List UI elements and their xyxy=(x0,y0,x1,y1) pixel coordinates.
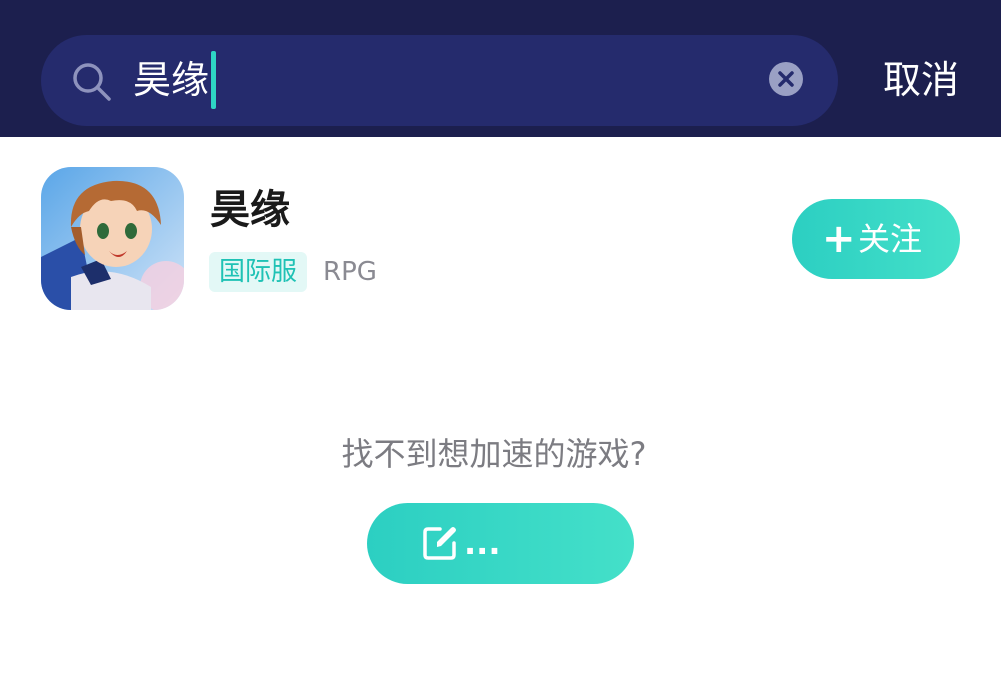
clear-icon[interactable] xyxy=(768,61,804,97)
text-cursor xyxy=(211,51,216,109)
genre-tag: RPG xyxy=(323,257,377,287)
plus-icon: + xyxy=(822,216,856,262)
feedback-label: ... xyxy=(464,524,501,562)
game-title: 昊缘 xyxy=(210,187,290,233)
search-bar[interactable]: 昊缘 xyxy=(41,35,838,126)
feedback-button[interactable]: ... xyxy=(367,503,634,584)
region-tag: 国际服 xyxy=(209,252,308,292)
edit-icon xyxy=(423,527,456,560)
not-found-hint: 找不到想加速的游戏? xyxy=(341,435,647,473)
search-input[interactable]: 昊缘 xyxy=(133,35,209,126)
search-icon xyxy=(73,63,111,101)
follow-button[interactable]: + 关注 xyxy=(792,199,960,279)
follow-label: 关注 xyxy=(858,220,923,258)
game-cover-image xyxy=(41,167,184,310)
game-result-item[interactable]: 昊缘 国际服 RPG + 关注 xyxy=(0,137,1001,327)
top-bar: 昊缘 取消 xyxy=(0,0,1001,137)
cancel-button[interactable]: 取消 xyxy=(866,35,976,126)
